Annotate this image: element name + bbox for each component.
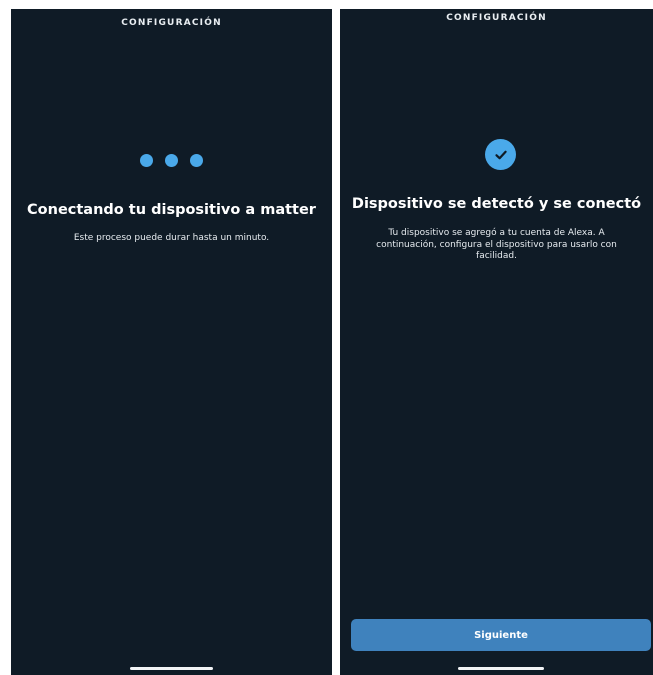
connected-screen: CONFIGURACIÓN Dispositivo se detectó y s… bbox=[340, 9, 653, 675]
checkmark-icon bbox=[494, 150, 507, 159]
page-subtitle: Tu dispositivo se agregó a tu cuenta de … bbox=[376, 228, 617, 261]
page-subtitle: Este proceso puede durar hasta un minuto… bbox=[73, 233, 270, 243]
page-title: Dispositivo se detectó y se conectó bbox=[351, 196, 642, 212]
check-circle-icon bbox=[485, 139, 516, 170]
home-indicator[interactable] bbox=[130, 667, 213, 670]
page-title: Conectando tu dispositivo a matter bbox=[27, 202, 316, 218]
connecting-screen: CONFIGURACIÓN Conectando tu dispositivo … bbox=[11, 9, 332, 675]
loading-dot bbox=[190, 154, 203, 167]
header-title: CONFIGURACIÓN bbox=[121, 18, 222, 28]
home-indicator[interactable] bbox=[458, 667, 544, 670]
header-title: CONFIGURACIÓN bbox=[446, 13, 547, 23]
next-button[interactable]: Siguiente bbox=[351, 619, 651, 651]
loading-dot bbox=[140, 154, 153, 167]
loading-dots-icon bbox=[11, 154, 332, 167]
loading-dot bbox=[165, 154, 178, 167]
